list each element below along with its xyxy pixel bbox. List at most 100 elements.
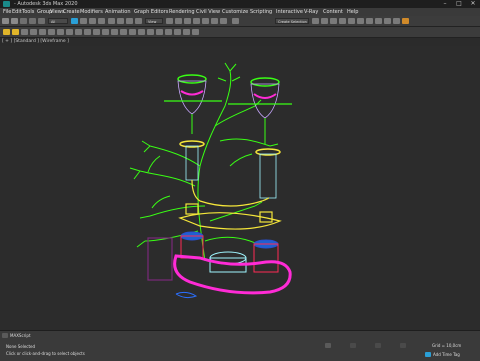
right-lamp [228,77,292,199]
align-icon[interactable] [321,18,328,24]
minimize-button[interactable]: – [438,0,452,8]
v-ray-vfb-icon[interactable] [129,29,136,35]
selection-status: None Selected [6,344,36,349]
menu-content[interactable]: Content [323,8,343,16]
v-ray-sphere-icon[interactable] [93,29,100,35]
v-ray-material-icon[interactable] [120,29,127,35]
menu-help[interactable]: Help [347,8,358,16]
left-lamp [164,74,222,181]
menu-animation[interactable]: Animation [105,8,131,16]
v-ray-decal-icon[interactable] [165,29,172,35]
v-ray-fur-icon[interactable] [75,29,82,35]
v-ray-volume-grid-icon[interactable] [174,29,181,35]
v-ray-dome-light-icon[interactable] [30,29,37,35]
menu-modifiers[interactable]: Modifiers [80,8,103,16]
wireframe-scene [129,62,292,299]
menu-bar: File Edit Tools Group Views Create Modif… [0,8,480,16]
v-ray-infinite-plane-icon[interactable] [183,29,190,35]
edit-named-selection-icon[interactable] [232,18,239,24]
pivot-point-icon[interactable] [166,18,173,24]
menu-rendering[interactable]: Rendering [169,8,195,16]
menu-customize[interactable]: Customize [222,8,248,16]
v-ray-frame-buffer-icon[interactable] [3,29,10,35]
base-cylinders [180,231,279,273]
v-ray-clipper-icon[interactable] [156,29,163,35]
mirror-icon[interactable] [312,18,319,24]
close-button[interactable]: ✕ [466,0,480,8]
angle-snap-icon[interactable] [202,18,209,24]
secondary-toolbar [0,27,480,38]
v-ray-light-icon[interactable] [21,29,28,35]
undo-icon[interactable] [2,18,9,24]
scale-icon[interactable] [126,18,133,24]
toggle-layer-explorer-icon[interactable] [339,18,346,24]
window-crossing-icon[interactable] [98,18,105,24]
v-ray-scene-converter-icon[interactable] [192,29,199,35]
main-toolbar: All View Create Selection Se [0,16,480,27]
select-by-name-icon[interactable] [80,18,87,24]
redo-icon[interactable] [11,18,18,24]
rendered-frame-window-icon[interactable] [393,18,400,24]
perspective-viewport[interactable] [0,46,480,330]
reference-coordinate-dropdown[interactable]: View [145,18,163,24]
material-editor-icon[interactable] [375,18,382,24]
lock-selection-icon[interactable] [325,343,331,348]
snaps-toggle-icon[interactable] [193,18,200,24]
menu-create[interactable]: Create [63,8,80,16]
select-object-icon[interactable] [71,18,78,24]
link-icon[interactable] [20,18,27,24]
render-production-icon[interactable] [402,18,409,24]
v-ray-plane-icon[interactable] [84,29,91,35]
toggle-scene-explorer-icon[interactable] [330,18,337,24]
keyboard-shortcut-toggle-icon[interactable] [184,18,191,24]
y-coordinate-field[interactable] [375,343,381,348]
menu-civil-view[interactable]: Civil View [196,8,220,16]
menu-scripting[interactable]: Scripting [250,8,272,16]
curve-editor-icon[interactable] [357,18,364,24]
base-tray [173,254,292,295]
time-tag-icon[interactable] [425,352,431,357]
toggle-ribbon-icon[interactable] [348,18,355,24]
rectangular-selection-icon[interactable] [89,18,96,24]
spinner-snap-icon[interactable] [220,18,227,24]
v-ray-sphere-fade-icon[interactable] [147,29,154,35]
v-ray-lister-icon[interactable] [111,29,118,35]
menu-tools[interactable]: Tools [22,8,34,16]
menu-edit[interactable]: Edit [12,8,22,16]
menu-graph-editors[interactable]: Graph Editors [134,8,168,16]
v-ray-physical-camera-icon[interactable] [138,29,145,35]
place-icon[interactable] [135,18,142,24]
menu-file[interactable]: File [3,8,11,16]
percent-snap-icon[interactable] [211,18,218,24]
v-ray-sun-icon[interactable] [57,29,64,35]
v-ray-ies-light-icon[interactable] [39,29,46,35]
connector-pipes [178,179,282,230]
v-ray-proxy-icon[interactable] [66,29,73,35]
x-coordinate-field[interactable] [350,343,356,348]
v-ray-render-icon[interactable] [12,29,19,35]
bind-space-warp-icon[interactable] [38,18,45,24]
selection-filter-dropdown[interactable]: All [48,18,68,24]
schematic-view-icon[interactable] [366,18,373,24]
move-icon[interactable] [108,18,115,24]
z-coordinate-field[interactable] [400,343,406,348]
viewport-label[interactable]: [ + ] [Standard ] [Wireframe ] [2,38,69,46]
grid-readout: Grid = 10,0cm [432,343,462,348]
select-manipulate-icon[interactable] [175,18,182,24]
add-time-tag-button[interactable]: Add Time Tag [433,352,460,357]
title-bar: - Autodesk 3ds Max 2020 – □ ✕ [0,0,480,8]
rotate-icon[interactable] [117,18,124,24]
unlink-icon[interactable] [29,18,36,24]
maximize-button[interactable]: □ [452,0,466,8]
viewport-label-bar: [ + ] [Standard ] [Wireframe ] [0,38,480,46]
maxscript-listener-icon[interactable] [2,333,8,338]
ground-object [175,291,198,299]
status-bar: MAXScript None Selected Click or click-a… [0,330,480,361]
menu-interactive[interactable]: Interactive [276,8,303,16]
v-ray-mesh-export-icon[interactable] [102,29,109,35]
v-ray-ambient-light-icon[interactable] [48,29,55,35]
render-setup-icon[interactable] [384,18,391,24]
menu-vray[interactable]: V-Ray [304,8,318,16]
window-title: - Autodesk 3ds Max 2020 [14,1,78,7]
named-selection-set-dropdown[interactable]: Create Selection Se [275,18,309,24]
